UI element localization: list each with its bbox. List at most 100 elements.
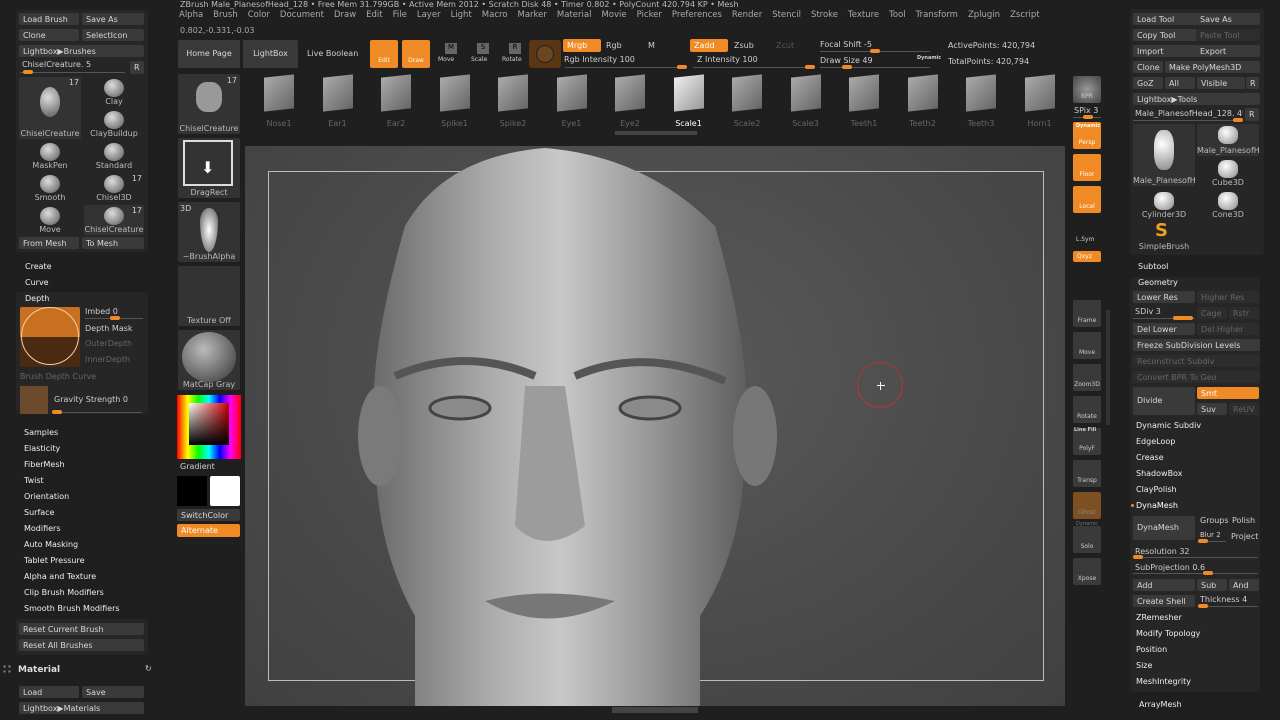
save-as-button[interactable]: Save As [1196, 13, 1260, 25]
brush-strip-item[interactable]: Ear1 [312, 72, 364, 132]
blur-slider[interactable] [1198, 539, 1226, 543]
depth-mask-button[interactable]: Depth Mask [85, 324, 133, 333]
sdiv-slider[interactable] [1133, 316, 1195, 320]
shelf-floor-button[interactable]: Floor [1073, 154, 1101, 181]
switch-color-button[interactable]: SwitchColor [177, 509, 240, 521]
section-claypolish[interactable]: ClayPolish [1136, 485, 1177, 494]
alternate-button[interactable]: Alternate [177, 524, 240, 537]
menu-edit[interactable]: Edit [366, 10, 382, 20]
qxyz-button[interactable]: Qxyz [1073, 251, 1101, 262]
load-brush-button[interactable]: Load Brush [19, 13, 79, 25]
brush-strip-item[interactable]: Nose1 [253, 72, 305, 132]
import-button[interactable]: Import [1133, 45, 1197, 57]
section-auto-masking[interactable]: Auto Masking [24, 540, 78, 549]
material-thumb[interactable]: MatCap Gray [178, 330, 240, 390]
lightbox-brushes-button[interactable]: Lightbox▶Brushes [19, 45, 144, 57]
viewport[interactable] [245, 146, 1065, 706]
section-depth[interactable]: Depth [25, 294, 49, 303]
section-position[interactable]: Position [1136, 645, 1167, 654]
and-button[interactable]: And [1229, 579, 1259, 591]
section-dynamic-subdiv[interactable]: Dynamic Subdiv [1136, 421, 1201, 430]
menu-color[interactable]: Color [248, 10, 270, 20]
tool-reset-button[interactable]: R [1245, 108, 1259, 121]
current-brush-thumb[interactable]: 17 ChiselCreature [178, 74, 240, 134]
brush-strip-item[interactable]: Horn1 [1014, 72, 1066, 132]
menu-file[interactable]: File [393, 10, 407, 20]
section-fibermesh[interactable]: FiberMesh [24, 460, 65, 469]
brush-item[interactable]: 17 Chisel3D [84, 173, 144, 203]
tool-item[interactable]: Male_PlanesofH [1133, 124, 1195, 186]
menu-render[interactable]: Render [732, 10, 762, 20]
shelf-solo-button[interactable]: Solo [1073, 526, 1101, 553]
brush-depth-curve[interactable]: Brush Depth Curve [20, 372, 96, 381]
section-orientation[interactable]: Orientation [24, 492, 69, 501]
dynamesh-button[interactable]: DynaMesh [1133, 516, 1195, 540]
lightbox-tools-button[interactable]: Lightbox▶Tools [1133, 93, 1260, 105]
thickness-slider[interactable] [1198, 604, 1258, 608]
tool-item[interactable]: S SimpleBrush [1133, 220, 1195, 252]
brush-item[interactable]: 17 ChiselCreature [19, 77, 81, 139]
current-tool-slider[interactable] [1133, 118, 1243, 122]
menu-zplugin[interactable]: Zplugin [968, 10, 1000, 20]
menu-zscript[interactable]: Zscript [1010, 10, 1040, 20]
imbed-slider[interactable] [85, 316, 143, 320]
groups-toggle[interactable]: Groups [1200, 516, 1229, 525]
section-zremesher[interactable]: ZRemesher [1136, 613, 1182, 622]
gravity-slider[interactable] [52, 410, 142, 414]
section-elasticity[interactable]: Elasticity [24, 444, 60, 453]
lightbox-button[interactable]: LightBox [243, 40, 298, 68]
copy-tool-button[interactable]: Copy Tool [1133, 29, 1197, 41]
lightbox-materials-button[interactable]: Lightbox▶Materials [19, 702, 144, 714]
brush-strip-item[interactable]: Teeth3 [955, 72, 1007, 132]
paste-tool-button[interactable]: Paste Tool [1196, 29, 1260, 41]
resolution-slider[interactable] [1133, 555, 1258, 559]
create-shell-button[interactable]: Create Shell [1133, 595, 1195, 607]
dynamesh-section[interactable]: DynaMesh [1136, 501, 1178, 510]
brush-strip-item[interactable]: Spike1 [429, 72, 481, 132]
menu-marker[interactable]: Marker [518, 10, 547, 20]
gradient-toggle[interactable]: Gradient [180, 462, 215, 471]
rotate-button[interactable]: Rotate [502, 56, 522, 63]
convert-bpr-button[interactable]: Convert BPR To Geo [1133, 371, 1260, 383]
arraymesh-section[interactable]: ArrayMesh [1139, 700, 1182, 709]
menu-alpha[interactable]: Alpha [179, 10, 203, 20]
menu-light[interactable]: Light [451, 10, 472, 20]
shelf-zoom3d-button[interactable]: Zoom3D [1073, 364, 1101, 391]
geometry-section[interactable]: Geometry [1138, 278, 1178, 287]
shelf-xpose-button[interactable]: Xpose [1073, 558, 1101, 585]
section-curve[interactable]: Curve [25, 278, 49, 287]
z-intensity-slider[interactable] [693, 65, 815, 69]
secondary-color-swatch[interactable] [210, 476, 240, 506]
section-modifiers[interactable]: Modifiers [24, 524, 61, 533]
brush-item[interactable]: ClayBuildup [84, 109, 144, 139]
shelf-ghost-button[interactable]: Ghost [1073, 492, 1101, 519]
sub-button[interactable]: Sub [1197, 579, 1227, 591]
scale-button[interactable]: Scale [471, 56, 487, 63]
texture-thumb[interactable]: Texture Off [178, 266, 240, 326]
brush-item[interactable]: MaskPen [19, 141, 81, 171]
material-title[interactable]: Material [18, 665, 60, 675]
visible-button[interactable]: Visible [1197, 77, 1245, 89]
to-mesh-button[interactable]: To Mesh [82, 237, 144, 249]
section-modify-topology[interactable]: Modify Topology [1136, 629, 1200, 638]
brush-item[interactable]: 17 ChiselCreature [84, 205, 144, 235]
goz-button[interactable]: GoZ [1133, 77, 1163, 89]
lsym-button[interactable]: L.Sym [1076, 236, 1094, 243]
project-toggle[interactable]: Project [1231, 532, 1258, 541]
section-smooth-brush-modifiers[interactable]: Smooth Brush Modifiers [24, 604, 120, 613]
shelf-bpr-button[interactable]: BPR [1073, 76, 1101, 103]
brush-strip-item[interactable]: Eye2 [604, 72, 656, 132]
brush-item[interactable]: Standard [84, 141, 144, 171]
clone-button[interactable]: Clone [19, 29, 79, 41]
brush-strip-item[interactable]: Scale2 [721, 72, 773, 132]
freeze-subdivision-button[interactable]: Freeze SubDivision Levels [1133, 339, 1260, 351]
tool-item[interactable]: Cone3D [1197, 190, 1259, 220]
shelf-transp-button[interactable]: Transp [1073, 460, 1101, 487]
del-lower-button[interactable]: Del Lower [1133, 323, 1195, 335]
tool-item[interactable]: Cylinder3D [1133, 190, 1195, 220]
del-higher-button[interactable]: Del Higher [1197, 323, 1259, 335]
menu-transform[interactable]: Transform [916, 10, 958, 20]
brush-strip-item[interactable]: Spike2 [487, 72, 539, 132]
shelf-scrollbar[interactable] [1106, 310, 1110, 425]
menu-movie[interactable]: Movie [601, 10, 626, 20]
